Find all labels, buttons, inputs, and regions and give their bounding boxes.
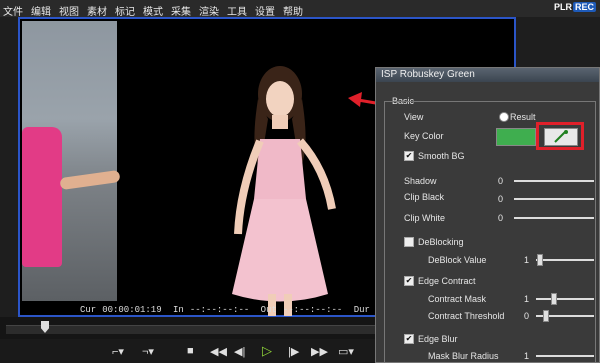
mark-out-icon[interactable]: ¬▾: [142, 345, 154, 358]
edge-blur-checkbox[interactable]: ✔: [404, 334, 414, 344]
step-back-icon[interactable]: ◀|: [234, 345, 245, 358]
effect-panel: ISP Robuskey Green Basic View Result Key…: [375, 67, 600, 363]
smooth-bg-label: Smooth BG: [418, 151, 465, 161]
rewind-icon[interactable]: ◀◀: [210, 345, 227, 358]
contract-threshold-thumb[interactable]: [543, 310, 549, 322]
contract-mask-label: Contract Mask: [428, 294, 487, 304]
menu-bar: 文件 编辑 视图 素材 标记 模式 采集 渲染 工具 设置 帮助 PLR REC: [0, 0, 600, 18]
timeline-track[interactable]: [6, 325, 375, 334]
timeline-scrubber[interactable]: [0, 317, 375, 339]
menu-settings[interactable]: 设置: [255, 3, 275, 18]
mask-blur-radius-value: 1: [524, 351, 530, 361]
edge-contract-label: Edge Contract: [418, 276, 476, 286]
contract-threshold-label: Contract Threshold: [428, 311, 505, 321]
in-value: --:--:--:--: [189, 305, 250, 315]
menu-tools[interactable]: 工具: [227, 3, 247, 18]
menu-mode[interactable]: 模式: [143, 3, 163, 18]
person-figure: [22, 127, 62, 267]
menu-render[interactable]: 渲染: [199, 3, 219, 18]
panel-title[interactable]: ISP Robuskey Green: [376, 68, 599, 82]
eyedropper-icon: [554, 130, 568, 143]
deblocking-label: DeBlocking: [418, 237, 464, 247]
contract-mask-thumb[interactable]: [551, 293, 557, 305]
menu-markers[interactable]: 标记: [115, 3, 135, 18]
menu-edit[interactable]: 编辑: [31, 3, 51, 18]
dur-label: Dur: [353, 305, 370, 315]
mask-blur-slider[interactable]: [536, 355, 594, 357]
shadow-slider[interactable]: [514, 180, 594, 182]
clip-white-label: Clip White: [404, 213, 446, 223]
cur-label: Cur: [80, 305, 97, 315]
out-label: Out: [260, 305, 277, 315]
in-label: In: [173, 305, 184, 315]
fast-forward-icon[interactable]: ▶▶: [311, 345, 328, 358]
menu-view[interactable]: 视图: [59, 3, 79, 18]
contract-threshold-value: 0: [524, 311, 530, 321]
mask-blur-radius-label: Mask Blur Radius: [428, 351, 499, 361]
view-radio[interactable]: [499, 112, 509, 122]
view-label: View: [404, 112, 424, 122]
clip-white-value: 0: [498, 213, 504, 223]
deblocking-checkbox[interactable]: [404, 237, 414, 247]
key-color-swatch[interactable]: [496, 128, 536, 146]
transport-bar: ⌐▾ ¬▾ ■ ◀◀ ◀| ▷ |▶ ▶▶ ▭▾: [0, 339, 375, 363]
clip-black-value: 0: [498, 194, 504, 204]
edge-blur-label: Edge Blur: [418, 334, 458, 344]
clip-black-label: Clip Black: [404, 192, 445, 202]
eyedropper-button[interactable]: [544, 128, 578, 146]
deblock-thumb[interactable]: [537, 254, 543, 266]
clip-black-slider[interactable]: [514, 198, 594, 200]
menu-file[interactable]: 文件: [3, 3, 23, 18]
eyedropper-highlight: [536, 122, 584, 150]
contract-mask-value: 1: [524, 294, 530, 304]
smooth-bg-checkbox[interactable]: ✔: [404, 151, 414, 161]
step-forward-icon[interactable]: |▶: [288, 345, 299, 358]
out-value: --:--:--:--: [282, 305, 343, 315]
menu-help[interactable]: 帮助: [283, 3, 303, 18]
shadow-label: Shadow: [404, 176, 437, 186]
contract-mask-slider[interactable]: [536, 298, 594, 300]
deblock-value-label: DeBlock Value: [428, 255, 487, 265]
mark-in-icon[interactable]: ⌐▾: [112, 345, 124, 358]
deblock-slider[interactable]: [536, 259, 594, 261]
menu-clips[interactable]: 素材: [87, 3, 107, 18]
shadow-value: 0: [498, 176, 504, 186]
play-icon[interactable]: ▷: [262, 343, 272, 359]
edge-contract-checkbox[interactable]: ✔: [404, 276, 414, 286]
brand-logo: PLR REC: [553, 2, 596, 12]
clip-white-slider[interactable]: [514, 217, 594, 219]
key-color-label: Key Color: [404, 131, 444, 141]
cur-value: 00:00:01:19: [102, 305, 162, 315]
monitor-icon[interactable]: ▭▾: [338, 345, 354, 358]
stop-icon[interactable]: ■: [187, 345, 194, 357]
keyed-subject: [232, 66, 336, 316]
view-option: Result: [510, 112, 536, 122]
menu-capture[interactable]: 采集: [171, 3, 191, 18]
deblock-value: 1: [524, 255, 530, 265]
